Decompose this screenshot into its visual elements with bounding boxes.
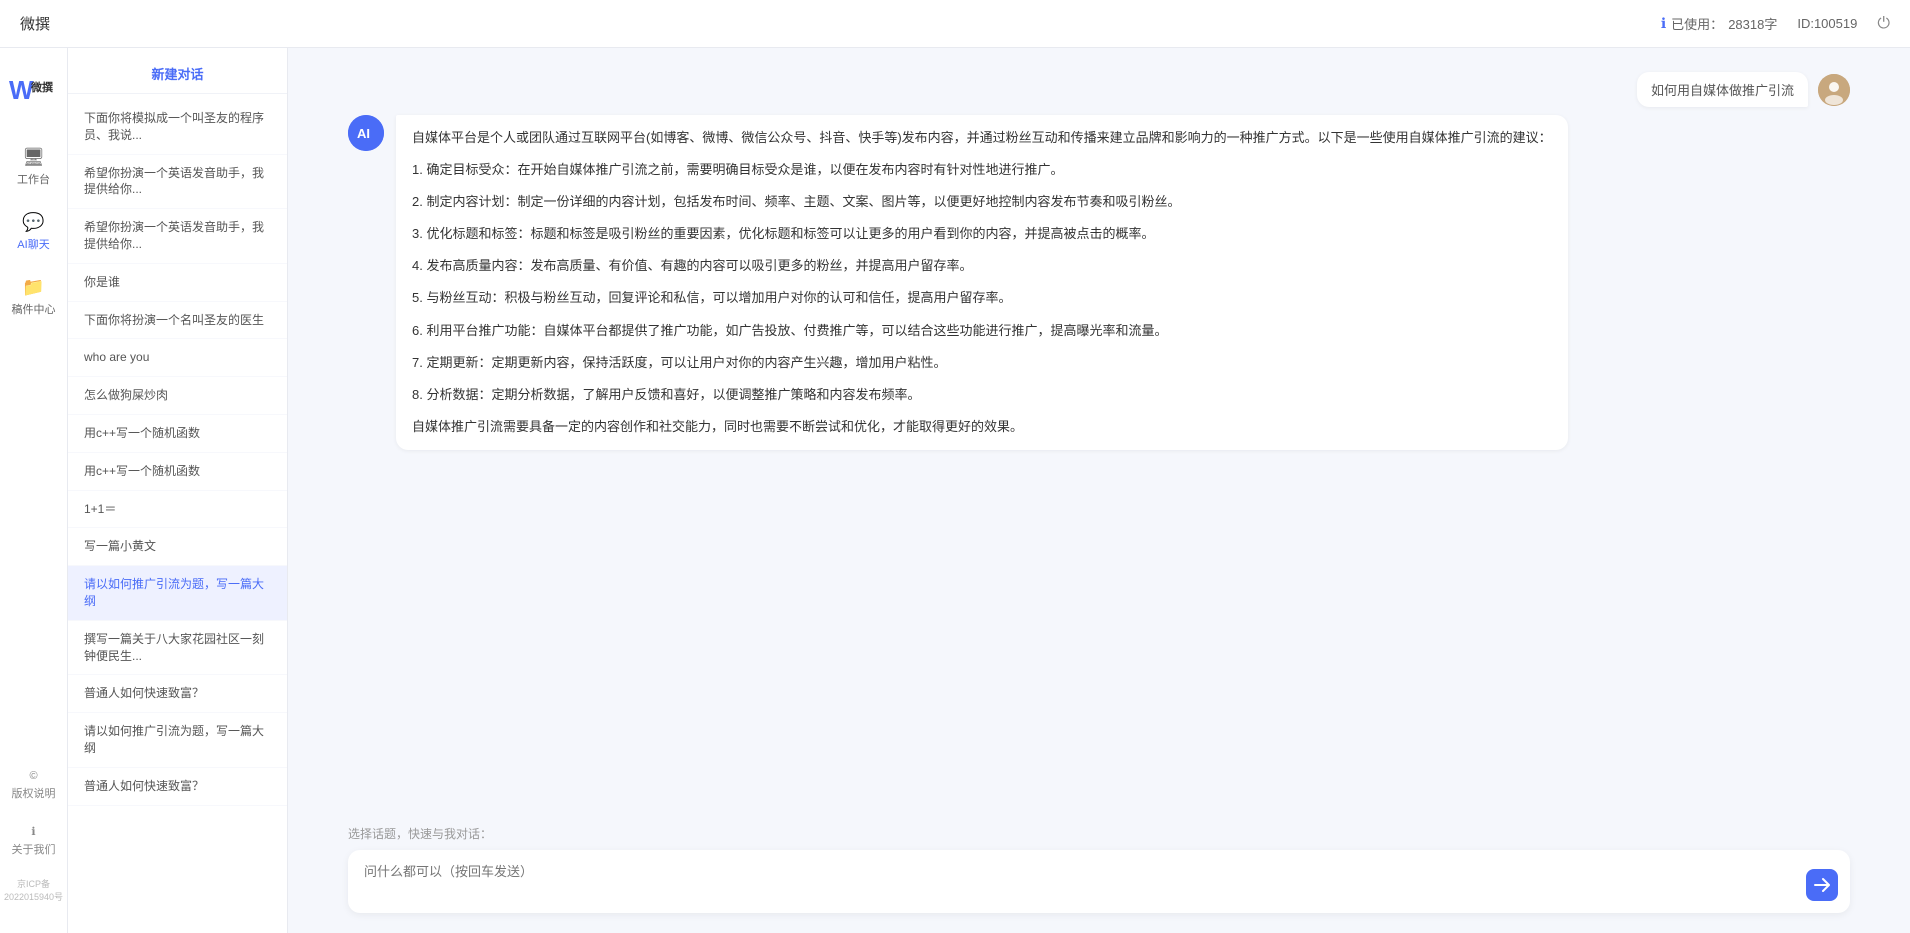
ai-response-point-4: 4. 发布高质量内容：发布高质量、有价值、有趣的内容可以吸引更多的粉丝，并提高用… [412, 255, 1552, 277]
sidebar-list-item[interactable]: 普通人如何快速致富？ [68, 675, 287, 713]
topbar-title: 微撰 [20, 13, 1661, 34]
sidebar-item-ai-chat[interactable]: 💬 AI聊天 [6, 203, 61, 260]
sidebar-list: 下面你将模拟成一个叫圣友的程序员、我说...希望你扮演一个英语发音助手，我提供给… [68, 94, 287, 933]
sidebar-list-item[interactable]: 撰写一篇关于八大家花园社区一刻钟便民生... [68, 621, 287, 676]
user-avatar [1818, 74, 1850, 106]
copyright-label: 版权说明 [12, 785, 56, 801]
ai-message-bubble: 自媒体平台是个人或团队通过互联网平台(如博客、微博、微信公众号、抖音、快手等)发… [396, 115, 1568, 450]
left-nav: W 微撰 🖥 工作台 💬 AI聊天 📁 稿件中心 © 版权说明 [0, 48, 68, 933]
user-message-row: 如何用自媒体做推广引流 [348, 72, 1850, 107]
usage-value: 28318字 [1728, 14, 1777, 33]
workbench-label: 工作台 [17, 171, 50, 187]
draft-icon: 📁 [23, 276, 45, 298]
ai-response-point-1: 1. 确定目标受众：在开始自媒体推广引流之前，需要明确目标受众是谁，以便在发布内… [412, 159, 1552, 181]
draft-label: 稿件中心 [12, 301, 56, 317]
chat-messages: 如何用自媒体做推广引流 AI 自媒 [288, 48, 1910, 815]
chat-input[interactable] [364, 862, 1800, 901]
send-button[interactable] [1806, 869, 1838, 901]
ai-response-point-5: 5. 与粉丝互动：积极与粉丝互动，回复评论和私信，可以增加用户对你的认可和信任，… [412, 287, 1552, 309]
sidebar-list-item[interactable]: who are you [68, 339, 287, 377]
copyright-nav-item[interactable]: © 版权说明 [8, 762, 60, 809]
usage-label: 已使用： [1671, 14, 1723, 33]
ai-chat-label: AI聊天 [17, 236, 49, 252]
icp-text: 京ICP备2022015940号 [0, 873, 67, 903]
ai-message-row: AI 自媒体平台是个人或团队通过互联网平台(如博客、微博、微信公众号、抖音、快手… [348, 115, 1850, 450]
ai-response-point-3: 3. 优化标题和标签：标题和标签是吸引粉丝的重要因素，优化标题和标签可以让更多的… [412, 223, 1552, 245]
topbar: 微撰 ℹ 已使用： 28318字 ID:100519 ⏻ [0, 0, 1910, 48]
sidebar-list-item[interactable]: 用c++写一个随机函数 [68, 415, 287, 453]
quick-topics-label: 选择话题，快速与我对话： [348, 825, 1850, 842]
svg-text:AI: AI [357, 126, 370, 141]
sidebar-list-item[interactable]: 请以如何推广引流为题，写一篇大纲 [68, 566, 287, 621]
sidebar-list-item[interactable]: 1+1＝ [68, 491, 287, 529]
main-layout: W 微撰 🖥 工作台 💬 AI聊天 📁 稿件中心 © 版权说明 [0, 48, 1910, 933]
sidebar-list-item[interactable]: 你是谁 [68, 264, 287, 302]
topbar-id: ID:100519 [1797, 16, 1857, 31]
topbar-right: ℹ 已使用： 28318字 ID:100519 ⏻ [1661, 14, 1890, 33]
ai-response-outro: 自媒体推广引流需要具备一定的内容创作和社交能力，同时也需要不断尝试和优化，才能取… [412, 416, 1552, 438]
logo: W 微撰 [9, 68, 59, 108]
logout-button[interactable]: ⏻ [1877, 15, 1890, 33]
nav-bottom: © 版权说明 ℹ 关于我们 京ICP备2022015940号 [0, 762, 67, 913]
copyright-icon: © [29, 770, 37, 782]
svg-text:微撰: 微撰 [30, 80, 53, 94]
ai-response-intro: 自媒体平台是个人或团队通过互联网平台(如博客、微博、微信公众号、抖音、快手等)发… [412, 127, 1552, 149]
about-nav-item[interactable]: ℹ 关于我们 [8, 817, 60, 865]
ai-response-point-7: 7. 定期更新：定期更新内容，保持活跃度，可以让用户对你的内容产生兴趣，增加用户… [412, 352, 1552, 374]
about-icon: ℹ [31, 825, 35, 838]
sidebar-list-item[interactable]: 希望你扮演一个英语发音助手，我提供给你... [68, 209, 287, 264]
sidebar-list-item[interactable]: 用c++写一个随机函数 [68, 453, 287, 491]
info-icon: ℹ [1661, 15, 1666, 32]
ai-chat-icon: 💬 [23, 211, 45, 233]
sidebar-item-workbench[interactable]: 🖥 工作台 [6, 138, 61, 195]
chat-input-area: 选择话题，快速与我对话： [288, 815, 1910, 933]
chat-area: 如何用自媒体做推广引流 AI 自媒 [288, 48, 1910, 933]
sidebar: 新建对话 下面你将模拟成一个叫圣友的程序员、我说...希望你扮演一个英语发音助手… [68, 48, 288, 933]
input-box [348, 850, 1850, 913]
topbar-usage: ℹ 已使用： 28318字 [1661, 14, 1778, 33]
ai-response-point-8: 8. 分析数据：定期分析数据，了解用户反馈和喜好，以便调整推广策略和内容发布频率… [412, 384, 1552, 406]
sidebar-list-item[interactable]: 怎么做狗屎炒肉 [68, 377, 287, 415]
new-chat-button[interactable]: 新建对话 [68, 48, 287, 94]
nav-items: 🖥 工作台 💬 AI聊天 📁 稿件中心 [0, 138, 67, 762]
ai-avatar: AI [348, 115, 384, 151]
sidebar-list-item[interactable]: 下面你将模拟成一个叫圣友的程序员、我说... [68, 100, 287, 155]
sidebar-list-item[interactable]: 下面你将扮演一个名叫圣友的医生 [68, 302, 287, 340]
sidebar-list-item[interactable]: 普通人如何快速致富？ [68, 768, 287, 806]
sidebar-list-item[interactable]: 请以如何推广引流为题，写一篇大纲 [68, 713, 287, 768]
user-message-text: 如何用自媒体做推广引流 [1637, 72, 1808, 107]
sidebar-item-draft[interactable]: 📁 稿件中心 [6, 268, 61, 325]
sidebar-list-item[interactable]: 希望你扮演一个英语发音助手，我提供给你... [68, 155, 287, 210]
workbench-icon: 🖥 [23, 146, 45, 168]
about-label: 关于我们 [12, 841, 56, 857]
sidebar-list-item[interactable]: 写一篇小黄文 [68, 528, 287, 566]
ai-response-point-6: 6. 利用平台推广功能：自媒体平台都提供了推广功能，如广告投放、付费推广等，可以… [412, 320, 1552, 342]
ai-response-point-2: 2. 制定内容计划：制定一份详细的内容计划，包括发布时间、频率、主题、文案、图片… [412, 191, 1552, 213]
